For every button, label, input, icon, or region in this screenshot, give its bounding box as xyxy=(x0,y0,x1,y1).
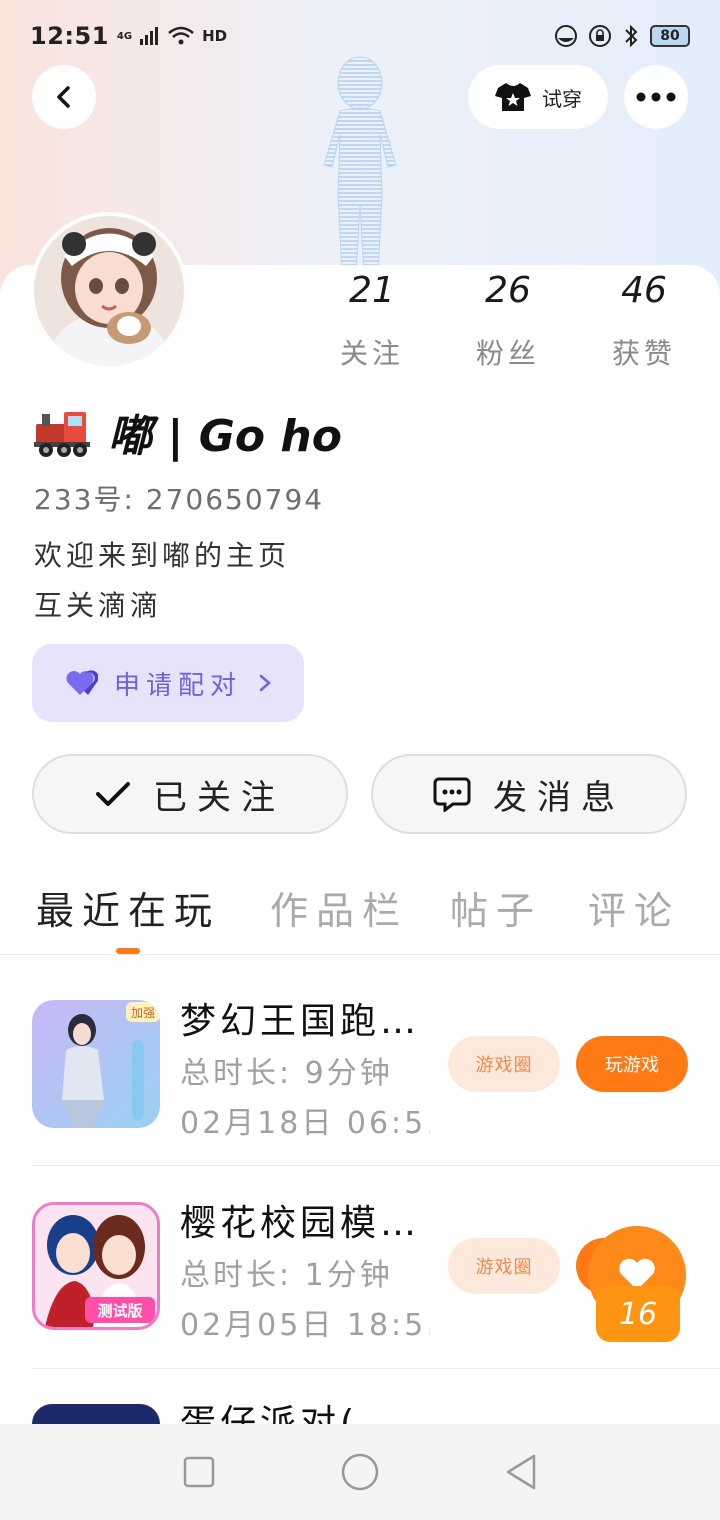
wifi-icon xyxy=(168,26,194,45)
user-avatar[interactable] xyxy=(30,212,188,370)
check-icon xyxy=(96,782,130,806)
game-circle-button[interactable]: 游戏圈 xyxy=(448,1036,560,1092)
stat-followers[interactable]: 26 粉丝 xyxy=(438,270,578,372)
stat-following[interactable]: 21 关注 xyxy=(302,270,442,372)
hearts-icon xyxy=(66,670,98,695)
try-on-button[interactable]: 试穿 xyxy=(468,65,608,129)
hd-indicator: HD xyxy=(202,27,228,45)
chat-bubble-icon xyxy=(433,777,471,812)
home-button[interactable] xyxy=(340,1452,380,1492)
play-game-button[interactable]: 玩游戏 xyxy=(576,1036,688,1092)
avatar-3d-figure xyxy=(323,56,397,275)
list-item[interactable]: 加强 梦幻王国跑… 总时长: 9分钟 02月18日 06:5… 游戏圈 玩游戏 xyxy=(0,1000,720,1180)
following-button[interactable]: 已关注 xyxy=(32,754,348,834)
signal-icon xyxy=(140,27,159,45)
game-title: 梦幻王国跑… xyxy=(180,1001,421,1042)
followers-label: 粉丝 xyxy=(475,337,540,370)
bio-line-2: 互关滴滴 xyxy=(34,589,163,622)
tshirt-icon xyxy=(495,83,531,111)
rotation-lock-icon xyxy=(589,25,611,47)
status-bar: 12:51 4G HD 80 xyxy=(0,0,720,72)
network-type: 4G xyxy=(116,30,133,42)
system-nav-bar xyxy=(0,1424,720,1520)
likes-label: 获赞 xyxy=(611,337,676,370)
username: 嘟 | Go ho xyxy=(108,411,342,462)
game-circle-button[interactable]: 游戏圈 xyxy=(448,1238,560,1294)
tabs-divider xyxy=(0,954,720,955)
chevron-right-icon xyxy=(259,674,271,692)
tab-recently-played[interactable]: 最近在玩 xyxy=(36,880,220,935)
pair-request-label: 申请配对 xyxy=(113,670,242,701)
list-item[interactable]: 蛋仔派对(… xyxy=(0,1404,720,1424)
game-title: 蛋仔派对(… xyxy=(180,1404,440,1424)
game-last-played: 02月18日 06:5… xyxy=(180,1106,430,1141)
game-title: 樱花校园模… xyxy=(180,1203,421,1244)
status-time: 12:51 xyxy=(30,22,109,50)
more-options-button[interactable] xyxy=(624,65,688,129)
recent-apps-button[interactable] xyxy=(182,1455,216,1489)
back-nav-button[interactable] xyxy=(504,1453,538,1491)
like-count: 16 xyxy=(596,1286,680,1342)
bio-line-1: 欢迎来到嘟的主页 xyxy=(34,539,291,572)
pair-request-button[interactable]: 申请配对 xyxy=(32,644,304,722)
profile-tabs: 最近在玩 作品栏 帖子 评论 xyxy=(0,880,720,954)
tab-works[interactable]: 作品栏 xyxy=(270,880,408,935)
game-thumbnail-dream-kingdom: 加强 xyxy=(32,1000,160,1128)
send-message-label: 发消息 xyxy=(493,777,625,818)
username-row: 嘟 | Go ho xyxy=(34,400,342,464)
dnd-icon xyxy=(555,25,577,47)
user-id[interactable]: 233号: 270650794 xyxy=(34,478,324,518)
more-dots-icon xyxy=(636,92,676,102)
game-playtime: 总时长: 1分钟 xyxy=(180,1258,393,1293)
try-on-label: 试穿 xyxy=(542,86,582,111)
back-button[interactable] xyxy=(32,65,96,129)
send-message-button[interactable]: 发消息 xyxy=(371,754,687,834)
row-divider xyxy=(32,1165,720,1166)
battery-indicator: 80 xyxy=(650,25,690,47)
chevron-left-icon xyxy=(57,86,70,108)
bluetooth-icon xyxy=(625,24,638,48)
following-button-label: 已关注 xyxy=(153,777,285,818)
game-thumbnail-sakura-school: 测试版 xyxy=(35,1205,157,1327)
avatar-illustration xyxy=(34,216,184,366)
followers-count: 26 xyxy=(485,270,531,311)
tab-comments[interactable]: 评论 xyxy=(588,880,680,935)
floating-like-button[interactable]: 16 xyxy=(588,1226,688,1346)
likes-count: 46 xyxy=(621,270,667,311)
game-last-played: 02月05日 18:5… xyxy=(180,1308,430,1343)
game-icon[interactable]: 测试版 xyxy=(32,1202,160,1330)
following-label: 关注 xyxy=(339,337,404,370)
row-divider xyxy=(32,1368,720,1369)
game-badge: 加强 xyxy=(131,1006,155,1020)
game-badge: 测试版 xyxy=(97,1302,142,1320)
stat-likes[interactable]: 46 获赞 xyxy=(574,270,714,372)
game-playtime: 总时长: 9分钟 xyxy=(180,1056,393,1091)
game-icon[interactable]: 加强 xyxy=(32,1000,160,1128)
tab-posts[interactable]: 帖子 xyxy=(450,880,542,935)
game-icon[interactable] xyxy=(32,1404,160,1424)
train-icon xyxy=(34,412,90,457)
following-count: 21 xyxy=(349,270,395,311)
